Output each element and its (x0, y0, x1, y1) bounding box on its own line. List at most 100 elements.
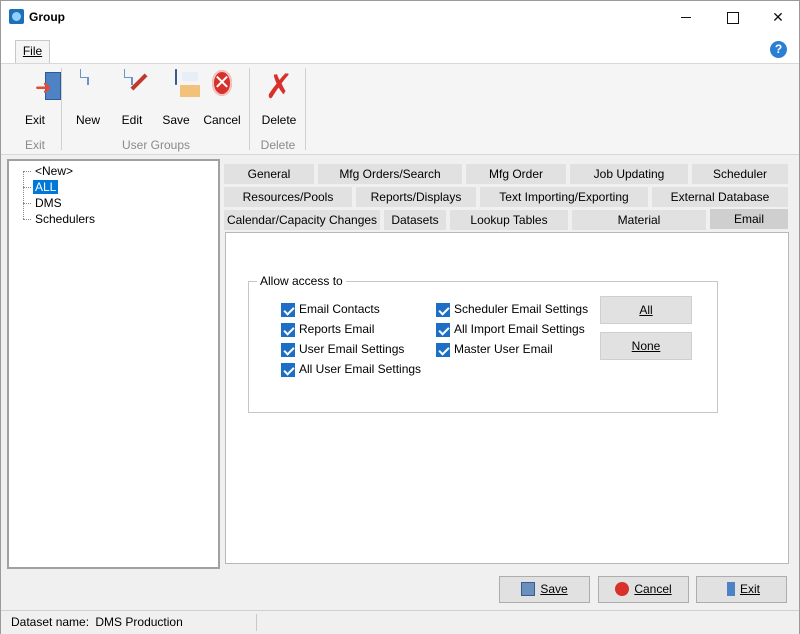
exit-ribbon-label: Exit (24, 113, 45, 127)
email-contacts-checkbox[interactable]: Email Contacts (281, 302, 380, 318)
tab-calendar-capacity-changes[interactable]: Calendar/Capacity Changes (223, 209, 381, 231)
tab-reports-displays[interactable]: Reports/Displays (355, 186, 477, 208)
email-tab-panel: Allow access to Email Contacts Reports E… (225, 232, 789, 564)
all-import-email-settings-checkbox[interactable]: All Import Email Settings (436, 322, 585, 338)
tab-general[interactable]: General (223, 163, 315, 185)
tab-text-importing-exporting[interactable]: Text Importing/Exporting (479, 186, 649, 208)
group-label-delete: Delete (260, 138, 296, 152)
maximize-button[interactable] (709, 1, 755, 33)
tab-mfg-orders-search[interactable]: Mfg Orders/Search (317, 163, 463, 185)
tree-item-label: ALL (33, 180, 59, 194)
exit-button[interactable]: Exit (696, 576, 787, 603)
edit-label: Edit (121, 113, 143, 127)
tab-resources-pools[interactable]: Resources/Pools (223, 186, 353, 208)
edit-icon (115, 69, 149, 104)
delete-button[interactable]: ✗ Delete (257, 68, 301, 128)
cancel-icon (615, 582, 630, 596)
status-bar: Dataset name: DMS Production (1, 610, 799, 634)
tree-item-label: Schedulers (35, 212, 96, 226)
new-label: New (75, 113, 100, 127)
tab-lookup-tables[interactable]: Lookup Tables (449, 209, 569, 231)
tab-scheduler[interactable]: Scheduler (691, 163, 789, 185)
exit-button-label: Exit (739, 582, 760, 596)
reports-email-checkbox[interactable]: Reports Email (281, 322, 374, 338)
minimize-button[interactable] (663, 1, 709, 33)
master-user-email-checkbox[interactable]: Master User Email (436, 342, 553, 358)
ribbon-separator (61, 68, 62, 150)
dataset-label: Dataset name: (11, 615, 90, 629)
save-ribbon-label: Save (162, 113, 190, 127)
file-tab-label: File (22, 44, 43, 58)
user-email-settings-checkbox[interactable]: User Email Settings (281, 342, 404, 358)
exit-ribbon-button[interactable]: ➜ Exit (13, 68, 61, 128)
all-user-email-settings-checkbox[interactable]: All User Email Settings (281, 362, 421, 378)
edit-button[interactable]: Edit (110, 68, 154, 128)
group-window: Group ✕ File ? ➜ Exit New Edit Save ✕ Ca… (0, 0, 800, 634)
checkbox-label: All User Email Settings (299, 362, 422, 376)
tree-item-all[interactable]: ALL (23, 179, 59, 195)
checkbox-checked-icon (281, 323, 295, 337)
file-tab[interactable]: File (15, 40, 50, 63)
tab-email[interactable]: Email (709, 208, 789, 230)
cancel-ribbon-button[interactable]: ✕ Cancel (200, 68, 244, 128)
close-button[interactable]: ✕ (755, 1, 800, 33)
checkbox-label: Email Contacts (299, 302, 380, 316)
save-icon (521, 582, 536, 596)
ribbon-separator (249, 68, 250, 150)
checkbox-checked-icon (436, 323, 450, 337)
dataset-status: Dataset name: DMS Production (11, 615, 183, 629)
tree-item-label: DMS (35, 196, 62, 210)
checkbox-checked-icon (436, 303, 450, 317)
checkbox-checked-icon (281, 303, 295, 317)
tree-item-dms[interactable]: DMS (23, 195, 64, 211)
tab-job-updating[interactable]: Job Updating (569, 163, 689, 185)
checkbox-checked-icon (436, 343, 450, 357)
cancel-icon: ✕ (211, 70, 233, 96)
checkbox-label: Reports Email (299, 322, 375, 336)
group-label-user-groups: User Groups (121, 138, 191, 152)
save-icon (159, 69, 193, 104)
save-button-label: Save (540, 582, 568, 596)
delete-icon: ✗ (264, 68, 294, 106)
tab-datasets[interactable]: Datasets (383, 209, 447, 231)
ribbon-separator (305, 68, 306, 150)
app-icon (9, 9, 24, 24)
dataset-value: DMS Production (95, 615, 183, 629)
group-label-exit: Exit (24, 138, 45, 152)
title-bar: Group ✕ (1, 1, 799, 33)
cancel-ribbon-label: Cancel (203, 113, 241, 127)
exit-icon (726, 582, 735, 596)
select-all-button[interactable]: All (600, 296, 692, 324)
checkbox-checked-icon (281, 343, 295, 357)
ribbon-tab-strip: File (1, 33, 799, 63)
tree-item-label: <New> (35, 164, 74, 178)
status-separator (256, 614, 257, 631)
groupbox-title: Allow access to (257, 274, 346, 288)
ribbon: ➜ Exit New Edit Save ✕ Cancel ✗ Delete E… (1, 63, 799, 155)
permission-tabs: General Mfg Orders/Search Mfg Order Job … (223, 161, 791, 233)
cancel-button[interactable]: Cancel (598, 576, 689, 603)
exit-icon: ➜ (18, 70, 61, 104)
window-title: Group (29, 10, 65, 24)
save-button[interactable]: Save (499, 576, 590, 603)
checkbox-label: All Import Email Settings (454, 322, 585, 336)
cancel-button-label: Cancel (634, 582, 672, 596)
tab-external-database[interactable]: External Database (651, 186, 789, 208)
delete-label: Delete (261, 113, 297, 127)
tree-item-new[interactable]: <New> (23, 163, 75, 179)
checkbox-label: Master User Email (454, 342, 553, 356)
group-tree[interactable]: <New> ALL DMS Schedulers (7, 159, 220, 569)
new-document-icon (71, 69, 105, 104)
tab-mfg-order[interactable]: Mfg Order (465, 163, 567, 185)
checkbox-checked-icon (281, 363, 295, 377)
save-ribbon-button[interactable]: Save (154, 68, 198, 128)
scheduler-email-settings-checkbox[interactable]: Scheduler Email Settings (436, 302, 588, 318)
select-none-button[interactable]: None (600, 332, 692, 360)
checkbox-label: User Email Settings (299, 342, 405, 356)
tree-item-schedulers[interactable]: Schedulers (23, 211, 97, 227)
checkbox-label: Scheduler Email Settings (454, 302, 589, 316)
tab-material[interactable]: Material (571, 209, 707, 231)
new-button[interactable]: New (66, 68, 110, 128)
help-icon[interactable]: ? (770, 41, 787, 58)
allow-access-groupbox: Allow access to Email Contacts Reports E… (248, 274, 718, 413)
